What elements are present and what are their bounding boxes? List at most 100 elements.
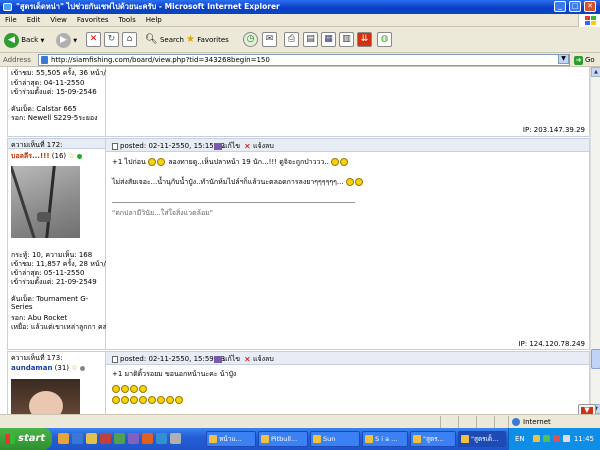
post-text-line-2: ไม่ส่งสัยเจอะ...น้ำนุกับน้ำปู๋ง..ทำนักห์… <box>112 178 364 186</box>
user-avatar[interactable] <box>11 379 80 414</box>
comment-number: ความเห็นที่ 172: <box>11 141 63 149</box>
history-button[interactable]: ◷ <box>243 32 258 47</box>
back-button[interactable]: ◀ Back ▼ <box>4 31 44 49</box>
post-text-line-1: +1 มาติดิ้วรอยม ขอนอกหน้านะคะ น้าปู๋ง <box>112 370 237 378</box>
mail-button[interactable]: ✉ <box>262 32 277 47</box>
taskbar-item[interactable]: หน้าแ... <box>206 431 256 447</box>
smiley-icon <box>157 396 165 404</box>
edit-link[interactable]: แก้ไข <box>214 142 240 150</box>
ie-quicklaunch-icon[interactable] <box>72 433 83 444</box>
maximize-button[interactable]: □ <box>569 1 581 12</box>
favorites-button[interactable]: ★ Favorites <box>186 31 229 49</box>
ie-icon <box>3 3 12 11</box>
edit-page-button[interactable]: ▤ <box>303 32 318 47</box>
quicklaunch-icon[interactable] <box>128 433 139 444</box>
scroll-up-button[interactable]: ▲ <box>591 67 600 77</box>
user-rod: คันเบ็ด: Calstar 665 <box>11 105 77 113</box>
address-dropdown-button[interactable]: ▼ <box>558 54 569 64</box>
quicklaunch-icon[interactable] <box>58 433 69 444</box>
user-avatar[interactable] <box>11 166 80 238</box>
taskbar-item[interactable]: Pitbull... <box>258 431 308 447</box>
quicklaunch-icon[interactable] <box>170 433 181 444</box>
system-tray: EN 11:45 <box>508 428 600 450</box>
start-button[interactable]: start <box>0 428 52 450</box>
edit-link[interactable]: แก้ไข <box>214 355 240 363</box>
globe-icon <box>512 418 520 426</box>
taskbar-item[interactable]: S i a ... <box>362 431 408 447</box>
forward-button[interactable]: ▶ ▼ <box>56 31 77 49</box>
menu-help[interactable]: Help <box>141 14 167 27</box>
clock: 11:45 <box>573 435 594 443</box>
smiley-icon <box>139 396 147 404</box>
menu-favorites[interactable]: Favorites <box>72 14 114 27</box>
address-input[interactable]: http://siamfishing.com/board/view.php?ti… <box>38 54 570 66</box>
smiley-icon <box>354 178 363 186</box>
post-date: posted: 02-11-2550, 15:59:03 <box>120 355 226 363</box>
user-level: (16) <box>51 152 67 160</box>
menu-tools[interactable]: Tools <box>114 14 141 27</box>
menu-view[interactable]: View <box>45 14 72 27</box>
volume-icon[interactable] <box>563 435 570 442</box>
smiley-icon <box>148 396 156 404</box>
download-addon-button[interactable]: ⇊ <box>357 32 372 47</box>
smiley-icon <box>156 158 165 166</box>
delete-icon: ✕ <box>244 354 251 364</box>
language-indicator[interactable]: EN <box>515 428 525 450</box>
post-page-icon <box>112 142 118 150</box>
quicklaunch-icon[interactable] <box>142 433 153 444</box>
post-text-line-1: +1 ไปก่อน ลองทายดู..เห็นปลาหน้า 19 นัก..… <box>112 158 349 166</box>
menu-edit[interactable]: Edit <box>22 14 46 27</box>
post-date: posted: 02-11-2550, 15:15:42 <box>120 142 226 150</box>
taskbar-item-active[interactable]: "สูตรเด็... <box>458 431 506 447</box>
search-button[interactable]: 🔍︎ Search <box>145 31 184 49</box>
tray-icon[interactable] <box>553 435 560 442</box>
username-link[interactable]: บอลลีร...!!! <box>11 152 50 160</box>
edit-icon <box>214 355 222 363</box>
post-header: posted: 02-11-2550, 15:59:03 แก้ไข ✕ แจ้ง… <box>106 352 589 365</box>
tray-icon[interactable] <box>533 435 540 442</box>
tray-icon[interactable] <box>543 435 550 442</box>
smiley-icon <box>345 178 354 186</box>
taskbar: start หน้าแ... Pitbull... Sun S i a ... … <box>0 428 600 450</box>
post-previous: เข้าชม: 55,505 ครั้ง, 36 หน้า/วัน เข้าล่… <box>7 67 590 137</box>
go-button[interactable]: ➜ Go <box>574 53 595 67</box>
username-link[interactable]: aundaman <box>11 364 52 372</box>
post-header: posted: 02-11-2550, 15:15:42 แก้ไข ✕ แจ้ง… <box>106 139 589 152</box>
user-last-visit: เข้าล่าสุด: 05-11-2550 <box>11 269 85 277</box>
smiley-icon <box>147 158 156 166</box>
vertical-scrollbar[interactable]: ▲ ▼ <box>590 67 600 414</box>
close-button[interactable]: ✕ <box>584 1 596 12</box>
refresh-button[interactable]: ↻ <box>104 32 119 47</box>
app-icon <box>209 435 217 443</box>
smiley-icon <box>112 385 120 393</box>
post-body: IP: 203.147.39.29 <box>106 67 589 136</box>
minimize-button[interactable]: _ <box>554 1 566 12</box>
taskbar-item[interactable]: Sun <box>310 431 360 447</box>
window-title-bar[interactable]: "สูตรเด็ดหน่า" ไปช่วยกันเซฟไปด้วยนะครับ … <box>0 0 600 14</box>
report-delete-link[interactable]: ✕ แจ้งลบ <box>244 355 274 363</box>
stop-button[interactable]: ✕ <box>86 32 101 47</box>
user-rod: คันเบ็ด: Tournament G-Series <box>11 295 89 311</box>
report-delete-link[interactable]: ✕ แจ้งลบ <box>244 142 274 150</box>
user-joined: เข้าร่วมตั้งแต่: 21-09-2549 <box>11 278 97 286</box>
address-bar: Address http://siamfishing.com/board/vie… <box>0 53 600 67</box>
quicklaunch-icon[interactable] <box>86 433 97 444</box>
discuss-button[interactable]: ▦ <box>321 32 336 47</box>
user-views: เข้าชม: 11,857 ครั้ง, 28 หน้า/วัน <box>11 260 115 268</box>
taskbar-item[interactable]: "สูตร... <box>410 431 456 447</box>
quicklaunch-icon[interactable] <box>100 433 111 444</box>
messenger-button[interactable]: ◍ <box>377 32 392 47</box>
print-button[interactable]: ⎙ <box>284 32 299 47</box>
smiley-icon <box>139 385 147 393</box>
research-button[interactable]: ▥ <box>339 32 354 47</box>
home-button[interactable]: ⌂ <box>122 32 137 47</box>
quicklaunch-icon[interactable] <box>114 433 125 444</box>
quicklaunch-icon[interactable] <box>156 433 167 444</box>
rank-star-icon: ☆ <box>71 364 78 372</box>
user-lure: เหยื่อ: แล้วแต่เขาเหล่าลูกกา คลอง 7 <box>11 323 122 331</box>
user-views: เข้าชม: 55,505 ครั้ง, 36 หน้า/วัน <box>11 69 115 77</box>
smiley-icon <box>130 396 138 404</box>
app-icon <box>313 435 321 443</box>
menu-file[interactable]: File <box>0 14 22 27</box>
scroll-thumb[interactable] <box>591 349 600 369</box>
